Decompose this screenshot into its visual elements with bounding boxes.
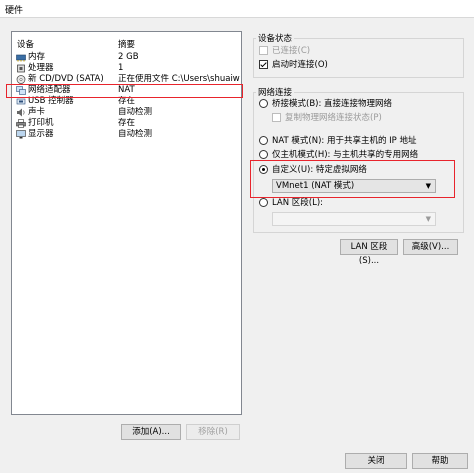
device-summary: NAT — [118, 85, 135, 95]
memory-icon — [16, 54, 26, 62]
chevron-down-icon: ▼ — [425, 215, 431, 223]
device-name: 打印机 — [28, 118, 54, 128]
replicate-state-label: 复制物理网络连接状态(P) — [285, 113, 382, 123]
lan-segment-radio-button[interactable] — [259, 198, 268, 207]
host-only-label: 仅主机模式(H): 与主机共享的专用网络 — [272, 150, 419, 160]
display-icon — [16, 130, 26, 139]
device-list-header: 设备 摘要 — [12, 38, 241, 50]
title-bar: 硬件 — [0, 0, 474, 18]
processor-icon — [17, 64, 25, 73]
device-summary: 正在使用文件 C:\Users\shuaiwa... — [118, 74, 240, 84]
help-button[interactable]: 帮助 — [412, 453, 468, 469]
custom-network-select[interactable]: VMnet1 (NAT 模式) ▼ — [272, 179, 436, 193]
device-row-sound-card[interactable]: 声卡 自动检测 — [12, 107, 241, 118]
nat-radio-button[interactable] — [259, 136, 268, 145]
bridged-label: 桥接模式(B): 直接连接物理网络 — [272, 99, 393, 109]
device-status-legend: 设备状态 — [258, 34, 293, 44]
device-summary: 存在 — [118, 96, 136, 106]
nat-label: NAT 模式(N): 用于共享主机的 IP 地址 — [272, 136, 417, 146]
lan-segments-button[interactable]: LAN 区段(S)... — [340, 239, 398, 266]
device-name: 网络适配器 — [28, 85, 71, 95]
chevron-down-icon: ▼ — [425, 182, 431, 190]
remove-device-button[interactable]: 移除(R) — [186, 424, 240, 440]
device-row-display[interactable]: 显示器 自动检测 — [12, 129, 241, 140]
usb-icon — [16, 98, 26, 105]
cd-dvd-icon — [16, 75, 26, 84]
device-row-processor[interactable]: 处理器 1 — [12, 63, 241, 74]
device-row-memory[interactable]: 内存 2 GB — [12, 52, 241, 63]
device-name: 处理器 — [28, 63, 54, 73]
window-title: 硬件 — [5, 6, 24, 16]
replicate-state-check-box[interactable] — [272, 113, 281, 122]
connect-at-power-on-check-box[interactable] — [259, 60, 268, 69]
advanced-button[interactable]: 高级(V)... — [403, 239, 458, 255]
device-row-printer[interactable]: 打印机 存在 — [12, 118, 241, 129]
custom-network-value: VMnet1 (NAT 模式) — [276, 181, 355, 191]
connected-label: 已连接(C) — [272, 46, 311, 56]
device-name: USB 控制器 — [28, 96, 74, 106]
custom-label: 自定义(U): 特定虚拟网络 — [272, 165, 367, 175]
device-summary: 2 GB — [118, 52, 139, 62]
network-adapter-icon — [16, 86, 26, 95]
host-only-radio-button[interactable] — [259, 150, 268, 159]
device-name: 内存 — [28, 52, 46, 62]
lan-segment-select[interactable]: ▼ — [272, 212, 436, 226]
device-name: 声卡 — [28, 107, 46, 117]
device-summary: 自动检测 — [118, 107, 153, 117]
device-summary: 自动检测 — [118, 129, 153, 139]
close-button[interactable]: 关闭 — [345, 453, 407, 469]
custom-radio-button[interactable] — [259, 165, 268, 174]
bridged-radio-button[interactable] — [259, 99, 268, 108]
connect-at-power-on-label: 启动时连接(O) — [272, 60, 328, 70]
network-connection-legend: 网络连接 — [258, 88, 293, 98]
device-list[interactable]: 设备 摘要 内存 2 GB 处理器 1 新 CD/DVD (SATA) 正在使用… — [11, 31, 242, 415]
device-summary: 存在 — [118, 118, 136, 128]
device-row-network-adapter[interactable]: 网络适配器 NAT — [12, 85, 241, 96]
column-header-summary[interactable]: 摘要 — [118, 38, 135, 50]
connected-check-box[interactable] — [259, 46, 268, 55]
printer-icon — [16, 119, 26, 128]
device-row-usb[interactable]: USB 控制器 存在 — [12, 96, 241, 107]
add-device-button[interactable]: 添加(A)... — [121, 424, 181, 440]
device-row-cd-dvd[interactable]: 新 CD/DVD (SATA) 正在使用文件 C:\Users\shuaiwa.… — [12, 74, 241, 85]
lan-segment-label: LAN 区段(L): — [272, 198, 324, 208]
device-summary: 1 — [118, 63, 124, 73]
sound-card-icon — [17, 108, 25, 117]
device-name: 显示器 — [28, 129, 54, 139]
column-header-device[interactable]: 设备 — [17, 38, 34, 50]
device-name: 新 CD/DVD (SATA) — [28, 74, 104, 84]
